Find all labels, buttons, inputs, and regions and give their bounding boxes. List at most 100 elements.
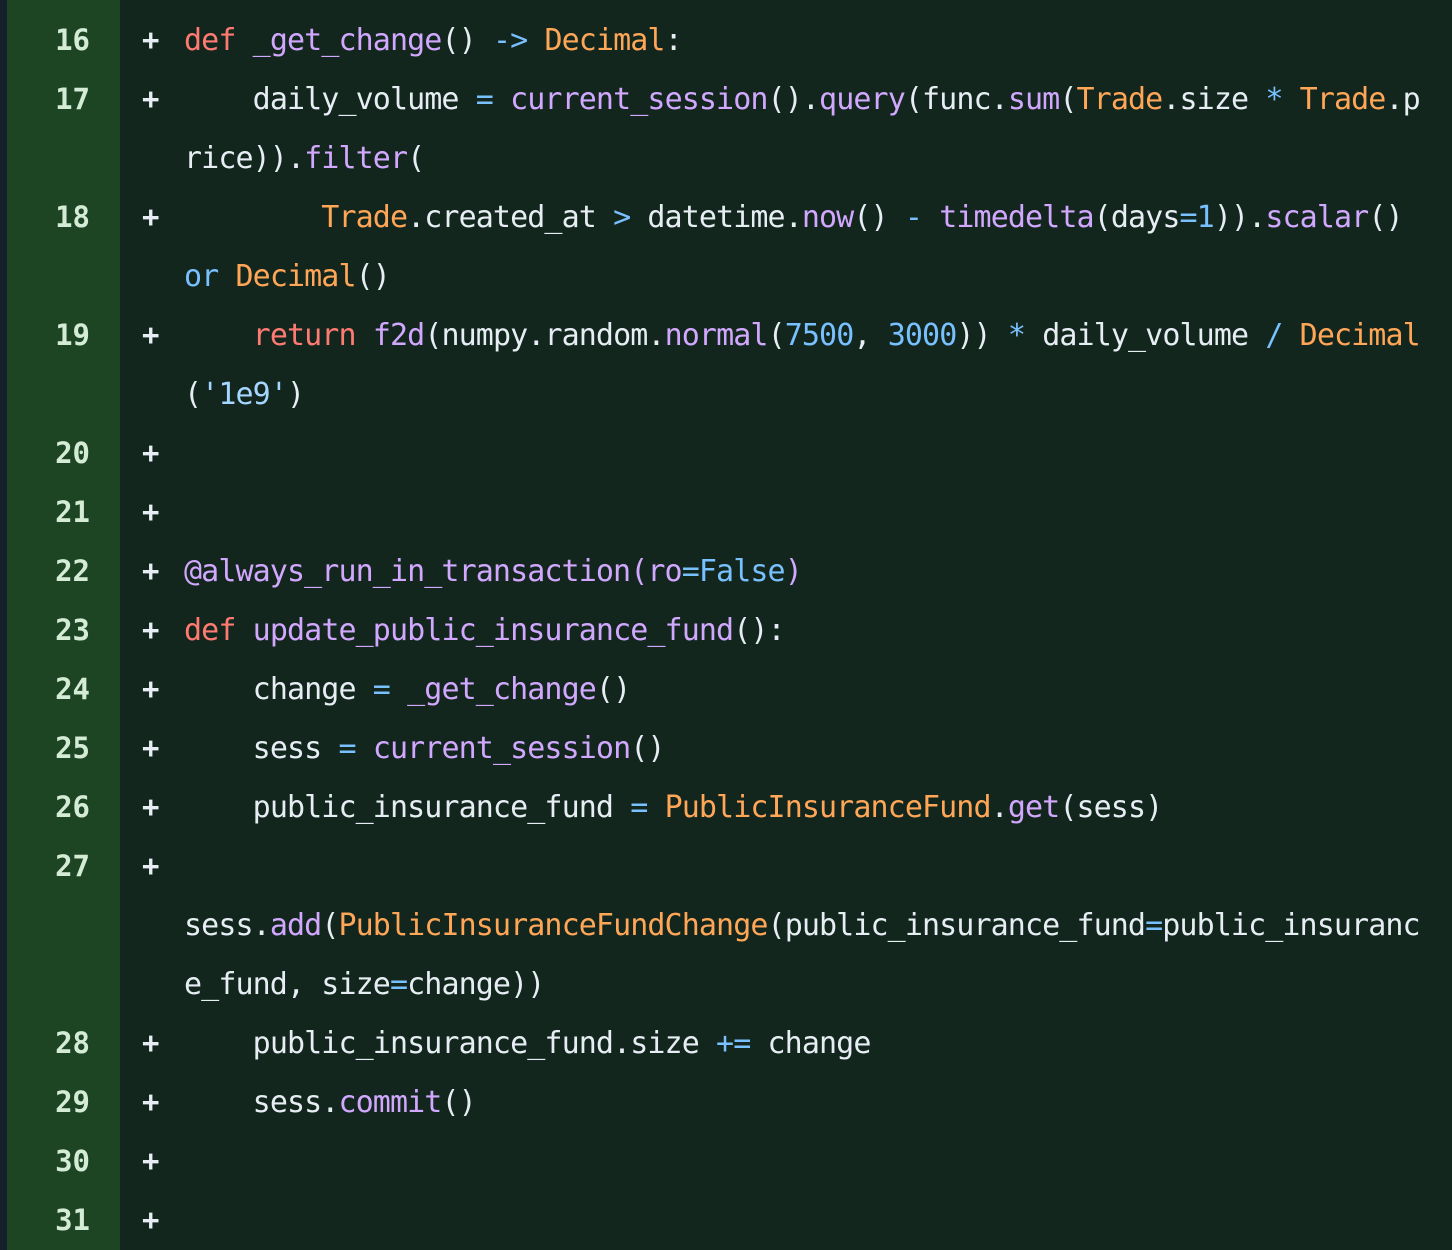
- code-token: return: [252, 318, 357, 353]
- code-token: (ro: [630, 554, 682, 589]
- added-line-marker: +: [142, 200, 160, 234]
- line-number[interactable]: 31: [0, 1191, 120, 1250]
- diff-line: 22 + @always_run_in_transaction(ro=False): [0, 542, 1452, 601]
- line-number[interactable]: 30: [0, 1132, 120, 1191]
- code-token: add: [269, 908, 322, 943]
- code-token: sess: [184, 731, 339, 766]
- code-token: -: [904, 200, 923, 235]
- code-token: (sess): [1059, 790, 1163, 825]
- code-token: (numpy.random.: [424, 318, 665, 353]
- code-token: *: [1265, 82, 1283, 117]
- code-token: Trade: [1076, 82, 1164, 117]
- code-token: normal: [664, 318, 769, 353]
- code-token: (): [1368, 200, 1420, 235]
- code-content: return f2d(numpy.random.normal(7500, 300…: [184, 306, 1452, 424]
- code-token: (): [441, 1085, 476, 1120]
- code-token: _get_change: [252, 23, 443, 58]
- added-line-marker: +: [142, 672, 160, 706]
- line-number[interactable]: 26: [0, 778, 120, 837]
- code-token: PublicInsuranceFundChange: [338, 908, 768, 943]
- code-token: Trade: [321, 200, 408, 235]
- diff-line: 28 + public_insurance_fund.size += change: [0, 1014, 1452, 1073]
- line-number[interactable]: 17: [0, 70, 120, 188]
- code-token: Decimal: [544, 23, 665, 58]
- code-token: (public_insurance_fund: [767, 908, 1146, 943]
- line-number[interactable]: 24: [0, 660, 120, 719]
- code-token: (): [630, 731, 665, 766]
- code-content: [184, 0, 1452, 11]
- code-token: (): [441, 23, 493, 58]
- code-token: def: [184, 23, 236, 58]
- code-token: 3000: [887, 318, 958, 353]
- code-token: False: [698, 554, 786, 589]
- diff-line: 24 + change = _get_change(): [0, 660, 1452, 719]
- code-token: current_session: [372, 731, 631, 766]
- code-token: ,: [853, 318, 888, 353]
- diff-line: 23 + def update_public_insurance_fund():: [0, 601, 1452, 660]
- line-number[interactable]: 23: [0, 601, 120, 660]
- code-content: [184, 1132, 1452, 1191]
- diff-line: 21 +: [0, 483, 1452, 542]
- line-number[interactable]: 28: [0, 1014, 120, 1073]
- line-number[interactable]: 21: [0, 483, 120, 542]
- code-token: /: [1265, 318, 1283, 353]
- code-token: sess.: [184, 1085, 340, 1120]
- code-content: sess = current_session(): [184, 719, 1452, 778]
- code-token: datetime.: [630, 200, 802, 235]
- diff-line: 31 +: [0, 1191, 1452, 1250]
- code-diff-view: 15+16+def _get_change() -> Decimal:17+ d…: [0, 0, 1452, 1250]
- line-number[interactable]: 15: [0, 0, 120, 11]
- added-line-marker: +: [142, 613, 160, 647]
- code-token: =: [1145, 908, 1163, 943]
- added-line-marker: +: [142, 436, 160, 470]
- added-line-marker: +: [142, 1026, 160, 1060]
- code-token: (: [184, 377, 202, 412]
- diff-line: 25 + sess = current_session(): [0, 719, 1452, 778]
- code-token: timedelta: [939, 200, 1094, 235]
- line-number[interactable]: 20: [0, 424, 120, 483]
- code-token: (: [407, 141, 425, 176]
- code-token: (days: [1093, 200, 1181, 235]
- added-line-marker: +: [142, 318, 160, 352]
- code-content: public_insurance_fund = PublicInsuranceF…: [184, 778, 1452, 837]
- added-line-marker: +: [142, 849, 160, 883]
- code-content: change = _get_change(): [184, 660, 1452, 719]
- line-number[interactable]: 22: [0, 542, 120, 601]
- diff-line: 18 + Trade.created_at > datetime.now() - …: [0, 188, 1452, 306]
- line-number[interactable]: 25: [0, 719, 120, 778]
- line-number[interactable]: 16: [0, 11, 120, 70]
- code-token: :: [664, 23, 683, 58]
- added-line-marker: +: [142, 790, 160, 824]
- line-number[interactable]: 18: [0, 188, 120, 306]
- code-token: now: [801, 200, 854, 235]
- diff-line: 15+: [0, 0, 1452, 11]
- added-line-marker: +: [142, 495, 160, 529]
- code-token: 1: [1196, 200, 1215, 235]
- code-token: Decimal: [1299, 318, 1421, 353]
- code-token: .size: [1162, 82, 1266, 117]
- line-number[interactable]: 27: [0, 837, 120, 1014]
- code-token: _get_change: [407, 672, 597, 707]
- code-token: 7500: [784, 318, 855, 353]
- code-token: sum: [1007, 82, 1060, 117]
- added-line-marker: +: [142, 23, 160, 57]
- code-content: [184, 1191, 1452, 1250]
- code-token: update_public_insurance_fund: [252, 613, 734, 648]
- line-number[interactable]: 19: [0, 306, 120, 424]
- code-token: ): [286, 377, 305, 412]
- code-content: sess.commit(): [184, 1073, 1452, 1132]
- code-token: f2d: [372, 318, 425, 353]
- code-content: [184, 424, 1452, 483]
- code-token: =: [1179, 200, 1197, 235]
- code-token: (: [767, 318, 786, 353]
- code-token: ():: [733, 613, 785, 648]
- line-number[interactable]: 29: [0, 1073, 120, 1132]
